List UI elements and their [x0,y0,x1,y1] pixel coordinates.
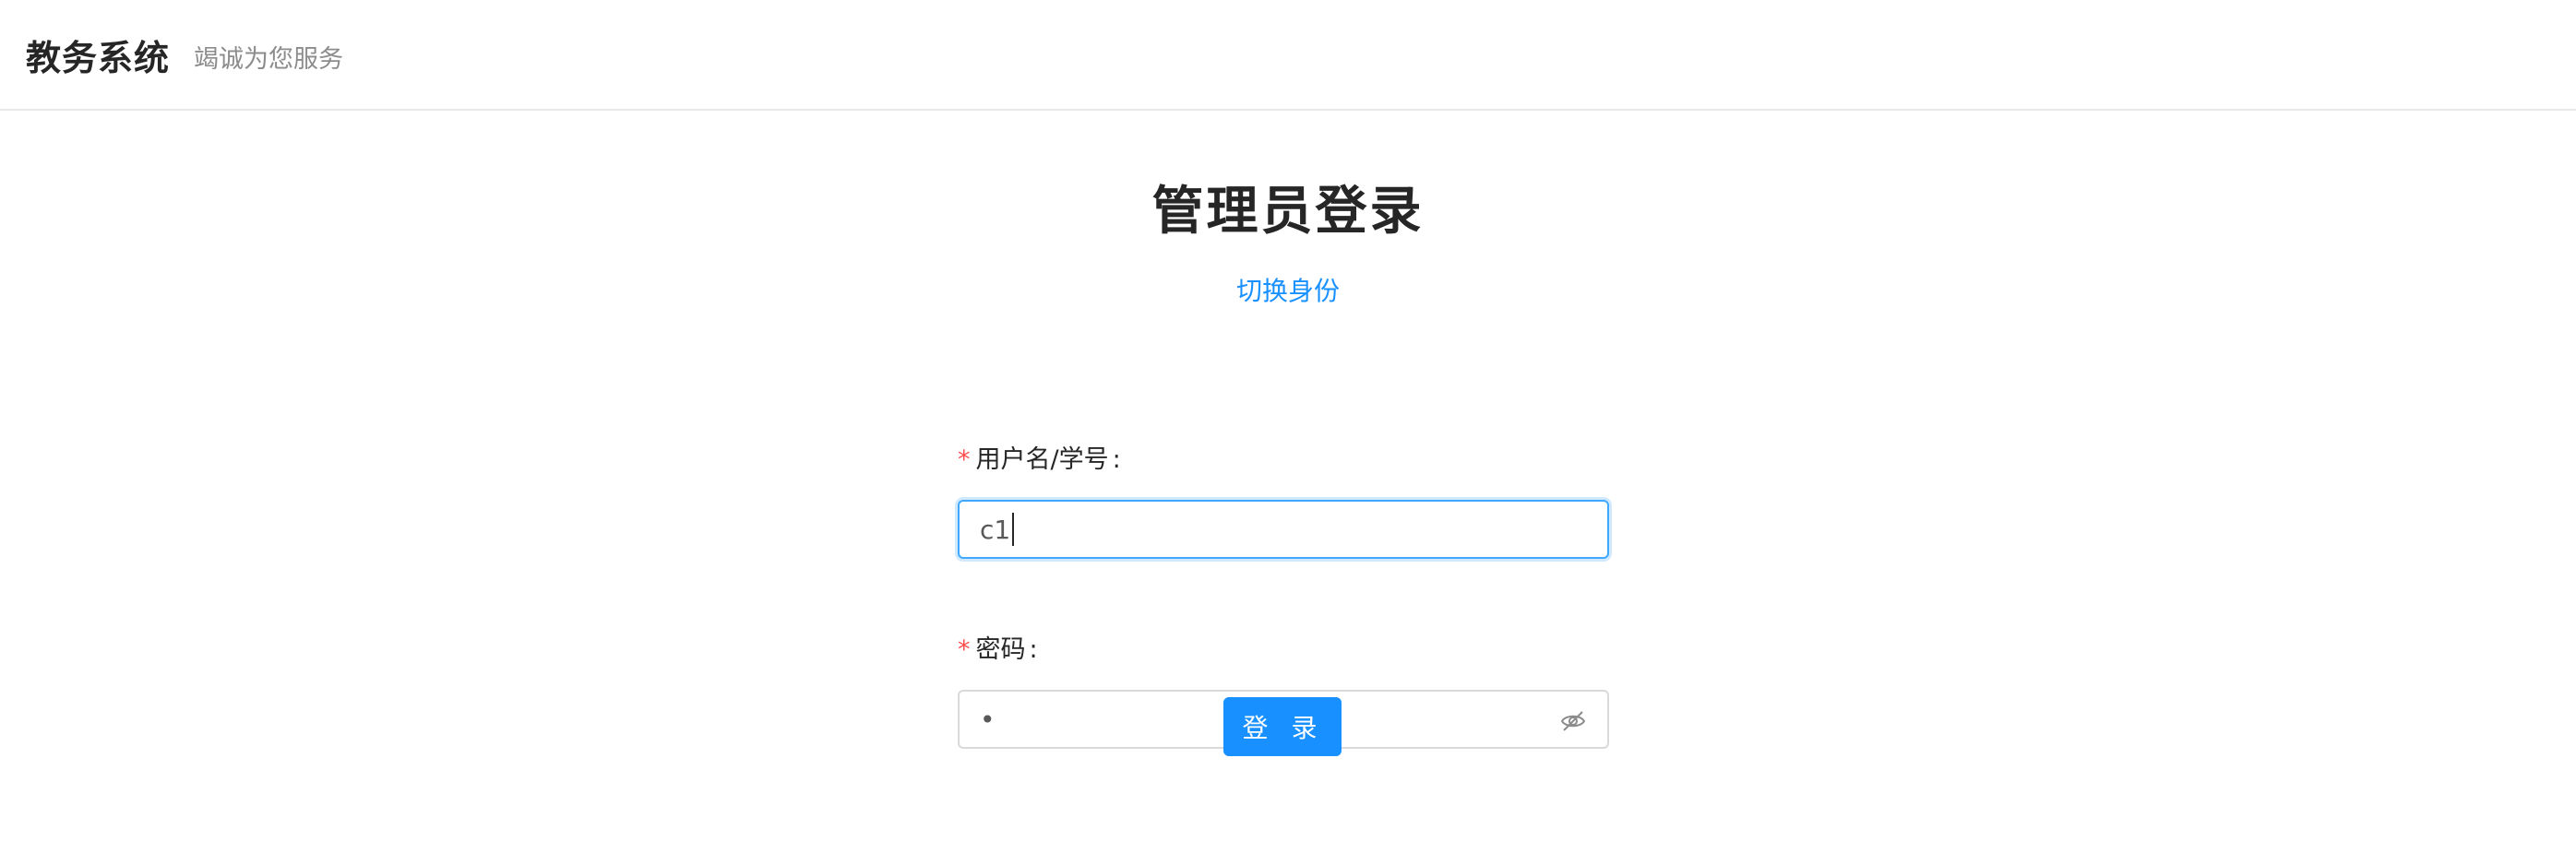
username-input-value: c1 [980,514,1011,545]
login-panel: 管理员登录 切换身份 * 用户名/学号: c1 * 密码: • 登 录 [0,111,2576,841]
password-label: * 密码: [958,629,1038,665]
top-header: 教务系统 竭诚为您服务 [0,0,2576,111]
eye-invisible-icon[interactable] [1559,707,1587,735]
app-brand: 教务系统 [26,37,171,78]
username-label-text: 用户名/学号 [975,445,1109,474]
required-mark: * [958,445,971,474]
switch-identity-link-wrap: 切换身份 [0,271,2576,308]
username-input-value-wrap: c1 [980,513,1015,546]
password-label-text: 密码 [975,635,1026,664]
text-caret [1012,513,1015,546]
page-title: 管理员登录 [1151,182,1425,242]
switch-identity-link[interactable]: 切换身份 [1236,276,1340,306]
username-label: * 用户名/学号: [958,439,1121,475]
required-mark: * [958,635,971,664]
username-input[interactable]: c1 [958,500,1609,559]
label-colon: : [1112,445,1121,474]
app-slogan: 竭诚为您服务 [194,44,344,74]
password-masked-value: • [980,704,999,735]
login-button[interactable]: 登 录 [1223,697,1342,756]
label-colon: : [1029,635,1038,664]
